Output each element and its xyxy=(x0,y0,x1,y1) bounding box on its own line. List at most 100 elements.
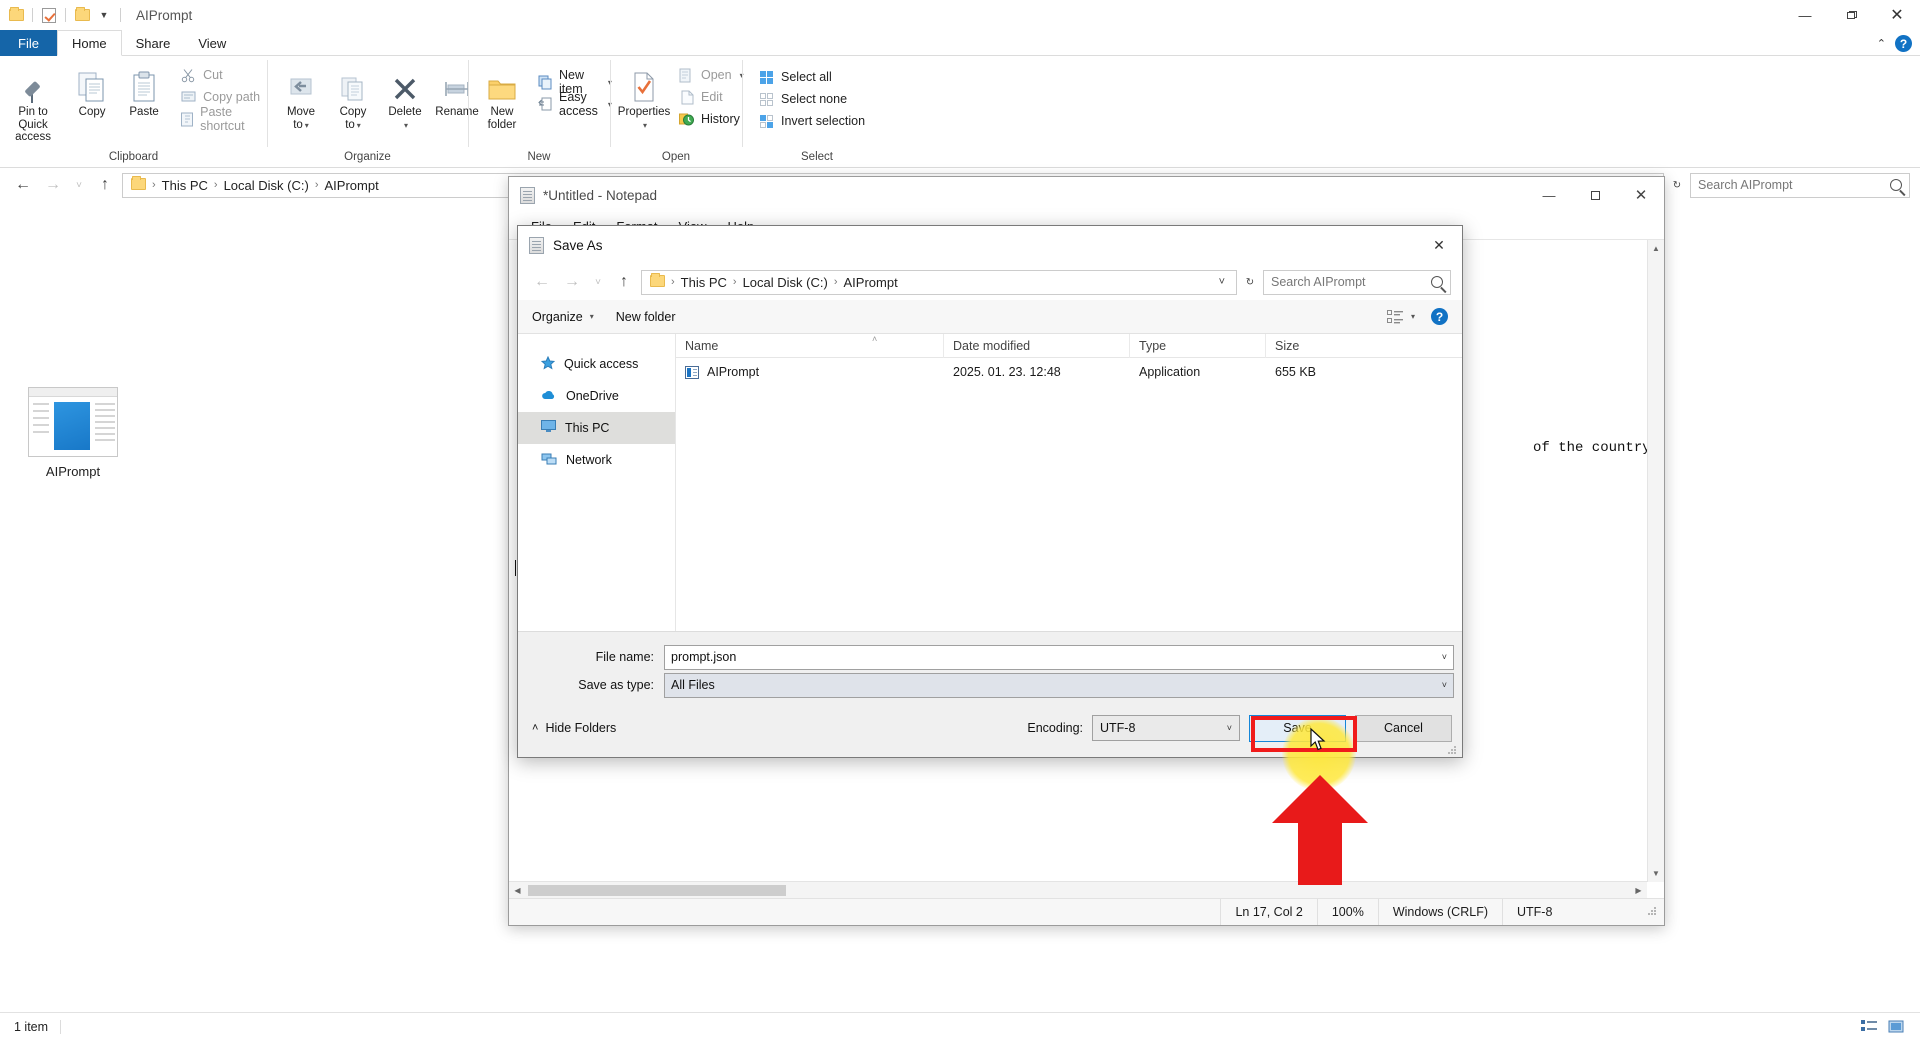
chevron-down-icon[interactable]: ▾ xyxy=(305,121,309,130)
move-to-button[interactable]: Move to ▾ xyxy=(275,63,327,134)
tab-share[interactable]: Share xyxy=(122,30,185,56)
customize-caret-icon[interactable]: ▼ xyxy=(93,4,115,26)
close-button[interactable]: ✕ xyxy=(1416,226,1462,264)
breadcrumb-this-pc[interactable]: This PC xyxy=(677,275,731,290)
table-row[interactable]: AIPrompt 2025. 01. 23. 12:48 Application… xyxy=(676,358,1462,386)
back-button[interactable]: ← xyxy=(10,172,36,198)
file-item-aiprompt[interactable]: AIPrompt xyxy=(18,387,128,479)
nav-item-this-pc[interactable]: This PC xyxy=(518,412,675,444)
cancel-button[interactable]: Cancel xyxy=(1355,714,1452,742)
chevron-down-icon[interactable]: ▾ xyxy=(404,121,408,130)
chevron-down-icon[interactable]: ˅ xyxy=(1227,723,1232,733)
explorer-title-bar: ▼ AIPrompt — ✕ xyxy=(0,0,1920,30)
column-header-name[interactable]: Name xyxy=(676,334,944,358)
column-header-date-modified[interactable]: Date modified xyxy=(944,334,1130,358)
chevron-down-icon[interactable]: ▾ xyxy=(357,121,361,130)
nav-item-onedrive[interactable]: OneDrive xyxy=(518,380,675,412)
close-button[interactable]: ✕ xyxy=(1618,177,1664,213)
tab-file[interactable]: File xyxy=(0,30,57,56)
minimize-button[interactable]: — xyxy=(1526,177,1572,213)
new-folder-button[interactable]: New folder xyxy=(476,63,528,133)
back-button[interactable]: ← xyxy=(529,269,555,295)
scroll-right-icon[interactable]: ▶ xyxy=(1630,886,1647,895)
cut-button[interactable]: Cut xyxy=(174,64,267,86)
new-folder-icon[interactable] xyxy=(71,4,93,26)
up-button[interactable]: ↑ xyxy=(611,269,637,295)
file-name-input[interactable]: prompt.json ˅ xyxy=(664,644,1454,670)
breadcrumb-this-pc[interactable]: This PC xyxy=(158,178,212,193)
history-button[interactable]: History xyxy=(672,108,750,130)
edit-button[interactable]: Edit xyxy=(672,86,750,108)
column-header-size[interactable]: Size xyxy=(1266,334,1362,358)
search-input[interactable]: Search AIPrompt xyxy=(1263,269,1451,295)
scroll-up-icon[interactable]: ▲ xyxy=(1648,240,1664,257)
properties-button[interactable]: Properties ▾ xyxy=(618,63,670,134)
scroll-down-icon[interactable]: ▼ xyxy=(1648,865,1664,882)
select-none-button[interactable]: Select none xyxy=(752,88,871,110)
horizontal-scroll-thumb[interactable] xyxy=(528,884,786,896)
delete-button[interactable]: Delete ▾ xyxy=(379,63,431,134)
button-label: Copy xyxy=(78,106,106,118)
select-all-button[interactable]: Select all xyxy=(752,66,871,88)
organize-button[interactable]: Organize ▾ xyxy=(532,310,594,324)
search-input[interactable]: Search AIPrompt xyxy=(1690,172,1910,198)
minimize-button[interactable]: — xyxy=(1782,0,1828,30)
breadcrumb-aiprompt[interactable]: AIPrompt xyxy=(840,275,902,290)
breadcrumb-aiprompt[interactable]: AIPrompt xyxy=(321,178,383,193)
change-view-button[interactable]: ▾ xyxy=(1386,309,1415,324)
breadcrumb-local-disk[interactable]: Local Disk (C:) xyxy=(739,275,832,290)
scroll-left-icon[interactable]: ◀ xyxy=(509,886,526,895)
chevron-down-icon[interactable]: ˅ xyxy=(1442,652,1447,662)
copy-to-button[interactable]: Copy to ▾ xyxy=(327,63,379,134)
chevron-down-icon[interactable]: ▾ xyxy=(643,121,647,130)
collapse-ribbon-icon[interactable]: ⌃ xyxy=(1877,37,1886,50)
breadcrumb-local-disk[interactable]: Local Disk (C:) xyxy=(220,178,313,193)
refresh-button[interactable]: ↻ xyxy=(1241,269,1259,295)
easy-access-button[interactable]: Easy access ▾ xyxy=(532,90,618,118)
recent-locations-button[interactable]: ˅ xyxy=(589,269,607,295)
save-as-body: Quick access OneDrive This PC Network Na… xyxy=(518,334,1462,631)
button-label: Move xyxy=(286,106,316,118)
maximize-button[interactable] xyxy=(1828,0,1874,30)
help-icon[interactable]: ? xyxy=(1895,35,1912,52)
tab-home[interactable]: Home xyxy=(56,30,122,56)
forward-button[interactable]: → xyxy=(559,269,585,295)
explorer-window-controls: — ✕ xyxy=(1782,0,1920,30)
nav-item-label: OneDrive xyxy=(566,389,619,403)
details-view-icon[interactable] xyxy=(1860,1018,1879,1035)
column-header-type[interactable]: Type xyxy=(1130,334,1266,358)
paste-button[interactable]: Paste xyxy=(118,63,170,121)
copy-button[interactable]: Copy xyxy=(66,63,118,121)
help-icon[interactable]: ? xyxy=(1431,308,1448,325)
new-folder-button[interactable]: New folder xyxy=(616,310,676,324)
ribbon: Pin to Quick access Copy Paste Cut Copy … xyxy=(0,56,1920,168)
folder-icon[interactable] xyxy=(5,4,27,26)
maximize-button[interactable] xyxy=(1572,177,1618,213)
pin-to-quick-access-button[interactable]: Pin to Quick access xyxy=(0,63,66,146)
properties-icon[interactable] xyxy=(38,4,60,26)
tab-view[interactable]: View xyxy=(184,30,240,56)
up-button[interactable]: ↑ xyxy=(92,172,118,198)
address-dropdown-icon[interactable]: ˅ xyxy=(1212,276,1232,288)
paste-shortcut-button[interactable]: Paste shortcut xyxy=(174,105,267,133)
refresh-button[interactable]: ↻ xyxy=(1668,172,1686,198)
nav-item-network[interactable]: Network xyxy=(518,444,675,476)
hide-folders-button[interactable]: ˄ Hide Folders xyxy=(532,721,616,735)
recent-locations-button[interactable]: ˅ xyxy=(70,172,88,198)
encoding-select[interactable]: UTF-8 ˅ xyxy=(1092,715,1240,741)
forward-button[interactable]: → xyxy=(40,172,66,198)
button-label: Easy access xyxy=(559,90,598,118)
large-icons-view-icon[interactable] xyxy=(1887,1018,1906,1035)
address-breadcrumb-bar[interactable]: › This PC › Local Disk (C:) › AIPrompt ˅ xyxy=(641,269,1237,295)
resize-grip[interactable] xyxy=(1447,743,1459,755)
vertical-scrollbar[interactable]: ▲ ▼ xyxy=(1647,240,1664,882)
chevron-down-icon: ▾ xyxy=(1410,312,1415,321)
horizontal-scrollbar[interactable]: ◀ ▶ xyxy=(509,881,1647,898)
nav-item-quick-access[interactable]: Quick access xyxy=(518,348,675,380)
chevron-down-icon[interactable]: ˅ xyxy=(1442,680,1447,690)
open-button[interactable]: Open ▾ xyxy=(672,64,750,86)
invert-selection-button[interactable]: Invert selection xyxy=(752,110,871,132)
resize-grip[interactable] xyxy=(1646,905,1660,919)
save-as-type-select[interactable]: All Files ˅ xyxy=(664,672,1454,698)
close-button[interactable]: ✕ xyxy=(1874,0,1920,30)
